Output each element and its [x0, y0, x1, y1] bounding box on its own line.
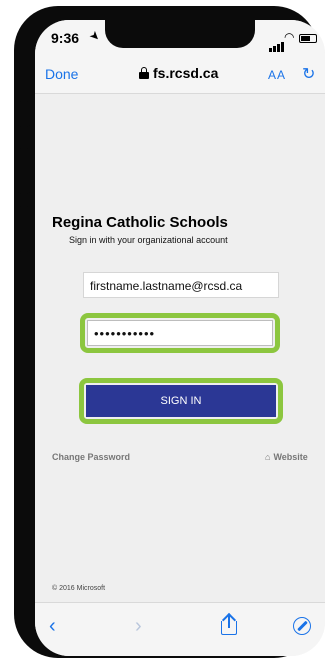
password-field[interactable]: •••••••••••: [87, 320, 273, 346]
chevron-left-icon[interactable]: ‹: [49, 615, 56, 638]
address-bar: Done fs.rcsd.ca AA ↻: [35, 58, 325, 94]
volume-up-button: [18, 148, 30, 194]
battery-icon: [299, 34, 317, 43]
volume-down-button: [18, 206, 30, 252]
sign-in-button[interactable]: SIGN IN: [86, 385, 276, 417]
password-value: •••••••••••: [94, 326, 156, 341]
done-button[interactable]: Done: [45, 66, 78, 82]
url-host[interactable]: fs.rcsd.ca: [153, 65, 218, 81]
home-icon: ⌂: [265, 452, 271, 462]
mute-switch: [18, 101, 30, 127]
change-password-link[interactable]: Change Password: [52, 452, 130, 462]
screen: 9:36 ➤ ◠ Done fs.rcsd.ca AA ↻ Regina Cat…: [35, 20, 325, 656]
signal-icon: [269, 34, 285, 52]
sign-in-subtitle: Sign in with your organizational account: [69, 235, 228, 245]
status-bar: 9:36 ➤ ◠: [35, 20, 325, 58]
email-value: firstname.lastname@rcsd.ca: [90, 279, 243, 293]
wifi-icon: ◠: [284, 30, 295, 44]
chevron-right-icon[interactable]: ›: [135, 615, 142, 638]
notch: [105, 20, 255, 48]
lock-icon: [139, 67, 149, 79]
email-field[interactable]: firstname.lastname@rcsd.ca: [83, 272, 279, 298]
website-label: Website: [273, 452, 308, 462]
browser-toolbar: ‹ ›: [35, 602, 325, 656]
org-name: Regina Catholic Schools: [52, 214, 228, 231]
website-link[interactable]: ⌂ Website: [265, 452, 308, 462]
location-arrow-icon: ➤: [86, 27, 104, 45]
text-size-button[interactable]: AA: [268, 68, 286, 82]
status-time: 9:36: [51, 30, 80, 46]
phone-frame: 9:36 ➤ ◠ Done fs.rcsd.ca AA ↻ Regina Cat…: [14, 6, 325, 658]
reload-icon[interactable]: ↻: [302, 64, 315, 84]
share-icon[interactable]: [221, 612, 237, 635]
compass-icon[interactable]: [293, 617, 311, 635]
copyright: © 2016 Microsoft: [52, 585, 106, 592]
